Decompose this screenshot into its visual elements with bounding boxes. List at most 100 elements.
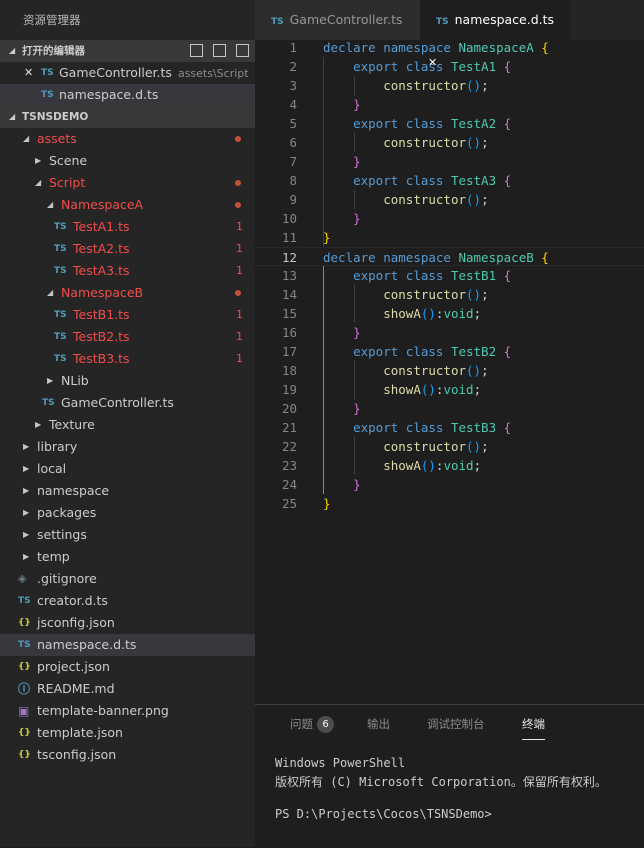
tree-folder[interactable]: ◢ assets <box>0 128 255 150</box>
line-number: 16 <box>281 325 297 340</box>
tab-gamecontroller[interactable]: TS GameController.ts <box>255 0 420 40</box>
line-number: 23 <box>281 458 297 473</box>
chevron-right-icon[interactable]: ▶ <box>23 436 29 458</box>
tree-item-label: creator.d.ts <box>37 593 108 608</box>
tab-debug-console[interactable]: 调试控制台 <box>427 705 485 741</box>
tree-item-label: TestA3.ts <box>73 263 130 278</box>
tree-file[interactable]: TS TestB1.ts 1 <box>0 304 255 326</box>
line-number: 15 <box>281 306 297 321</box>
chevron-right-icon[interactable]: ▶ <box>47 370 53 392</box>
open-editor-item[interactable]: ✕ TS GameController.ts assets\Script <box>0 62 255 84</box>
open-editor-item[interactable]: TS namespace.d.ts <box>0 84 255 106</box>
line-number: 24 <box>281 477 297 492</box>
tree-item-label: namespace.d.ts <box>37 637 137 652</box>
tab-problems[interactable]: 问题 6 <box>290 705 334 741</box>
tree-file[interactable]: ▣ template-banner.png <box>0 700 255 722</box>
tab-namespace-d-ts[interactable]: TS namespace.d.ts ✕ <box>420 0 570 69</box>
chevron-down-icon[interactable]: ◢ <box>47 282 53 304</box>
tree-file[interactable]: {} tsconfig.json <box>0 744 255 766</box>
typescript-icon: TS <box>54 354 67 364</box>
close-icon[interactable]: ✕ <box>24 62 33 84</box>
tree-file[interactable]: ⓘ README.md <box>0 678 255 700</box>
code-token: ; <box>481 363 489 378</box>
tree-file[interactable]: {} jsconfig.json <box>0 612 255 634</box>
code-token: class <box>405 268 451 283</box>
code-text: } <box>323 95 361 114</box>
tree-folder[interactable]: ▶ NLib <box>0 370 255 392</box>
code-line: 14 constructor(); <box>255 285 644 304</box>
chevron-right-icon[interactable]: ▶ <box>23 480 29 502</box>
code-editor[interactable]: 1 declare namespace NamespaceA {2 export … <box>255 38 644 698</box>
tree-item-label: TestB3.ts <box>73 351 130 366</box>
tree-file[interactable]: TS GameController.ts <box>0 392 255 414</box>
terminal-prompt[interactable]: PS D:\Projects\Cocos\TSNSDemo> <box>275 807 492 821</box>
code-token: TestB2 <box>450 344 504 359</box>
git-icon: ◈ <box>18 572 27 585</box>
tree-file[interactable]: TS TestB3.ts 1 <box>0 348 255 370</box>
code-token: () <box>466 439 482 454</box>
tree-folder[interactable]: ◢ Script <box>0 172 255 194</box>
json-icon: {} <box>18 728 31 738</box>
code-text: constructor(); <box>323 361 489 380</box>
tree-file[interactable]: TS namespace.d.ts <box>0 634 255 656</box>
tab-terminal[interactable]: 终端 <box>522 705 545 740</box>
tree-folder[interactable]: ◢ NamespaceA <box>0 194 255 216</box>
tree-file[interactable]: ◈ .gitignore <box>0 568 255 590</box>
code-line: 15 showA():void; <box>255 304 644 323</box>
tree-file[interactable]: TS TestA2.ts 1 <box>0 238 255 260</box>
file-name: GameController.ts <box>59 65 172 80</box>
problem-count: 1 <box>236 220 243 233</box>
chevron-right-icon[interactable]: ▶ <box>23 458 29 480</box>
tree-folder[interactable]: ▶ local <box>0 458 255 480</box>
chevron-right-icon[interactable]: ▶ <box>23 524 29 546</box>
tab-label: GameController.ts <box>289 12 403 27</box>
tree-file[interactable]: TS creator.d.ts <box>0 590 255 612</box>
code-line: 21 export class TestB3 { <box>255 418 644 437</box>
chevron-right-icon[interactable]: ▶ <box>23 546 29 568</box>
open-editor-label: namespace.d.ts <box>59 84 158 106</box>
tree-folder[interactable]: ▶ Texture <box>0 414 255 436</box>
code-token: ; <box>473 306 482 321</box>
tree-folder[interactable]: ▶ settings <box>0 524 255 546</box>
chevron-down-icon[interactable]: ◢ <box>47 194 53 216</box>
tree-file[interactable]: {} project.json <box>0 656 255 678</box>
code-line: 1 declare namespace NamespaceA { <box>255 38 644 57</box>
new-untitled-file-icon[interactable] <box>190 44 203 57</box>
chevron-right-icon[interactable]: ▶ <box>35 414 41 436</box>
close-all-icon[interactable] <box>236 44 249 57</box>
code-token: constructor <box>383 192 467 207</box>
project-header[interactable]: ◢ TSNSDEMO <box>0 106 255 128</box>
tree-file[interactable]: TS TestA1.ts 1 <box>0 216 255 238</box>
tree-folder[interactable]: ◢ NamespaceB <box>0 282 255 304</box>
problems-count-badge: 6 <box>317 716 334 733</box>
code-token: ; <box>473 382 482 397</box>
code-token: declare <box>323 250 384 265</box>
code-token: { <box>503 344 512 359</box>
tree-file[interactable]: TS TestB2.ts 1 <box>0 326 255 348</box>
code-text: constructor(); <box>323 133 488 152</box>
code-token: export <box>353 344 406 359</box>
line-number: 7 <box>289 154 297 169</box>
tree-folder[interactable]: ▶ library <box>0 436 255 458</box>
chevron-right-icon[interactable]: ▶ <box>23 502 29 524</box>
tree-folder[interactable]: ▶ namespace <box>0 480 255 502</box>
tab-label: namespace.d.ts <box>454 12 555 27</box>
tab-output[interactable]: 输出 <box>367 705 390 741</box>
chevron-right-icon[interactable]: ▶ <box>35 150 41 172</box>
problems-label: 问题 <box>290 717 313 731</box>
chevron-down-icon[interactable]: ◢ <box>23 128 29 150</box>
chevron-down-icon[interactable]: ◢ <box>35 172 41 194</box>
tree-file[interactable]: {} template.json <box>0 722 255 744</box>
open-editors-header[interactable]: ◢ 打开的编辑器 <box>0 40 255 62</box>
file-path-description: assets\Script <box>177 67 249 80</box>
save-all-icon[interactable] <box>213 44 226 57</box>
tree-folder[interactable]: ▶ temp <box>0 546 255 568</box>
tree-folder[interactable]: ▶ packages <box>0 502 255 524</box>
tree-file[interactable]: TS TestA3.ts 1 <box>0 260 255 282</box>
tree-item-label: README.md <box>37 681 115 696</box>
tree-folder[interactable]: ▶ Scene <box>0 150 255 172</box>
